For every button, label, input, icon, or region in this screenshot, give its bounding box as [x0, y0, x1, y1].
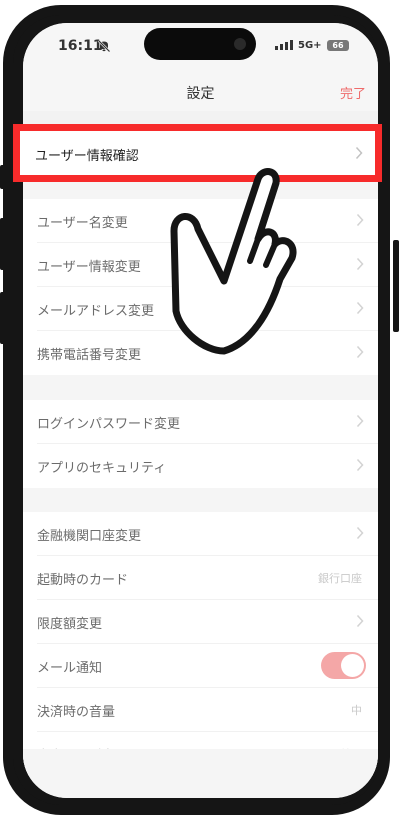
chevron-right-icon	[356, 414, 364, 428]
chevron-right-icon	[355, 146, 363, 160]
signal-strength-icon	[275, 40, 293, 50]
done-button[interactable]: 完了	[340, 83, 366, 102]
chevron-right-icon	[356, 526, 364, 540]
chevron-right-icon	[356, 614, 364, 628]
list-item-label: 起動時のカード	[37, 573, 129, 588]
page-title: 設定	[186, 86, 215, 102]
email-notification-toggle[interactable]	[321, 652, 366, 679]
list-item[interactable]: アプリのセキュリティ	[37, 444, 378, 488]
list-item[interactable]: 決済時の音量 中	[37, 688, 378, 732]
battery-icon: 66	[327, 40, 349, 51]
list-item-label: ユーザー名変更	[37, 216, 128, 231]
chevron-right-icon	[356, 345, 364, 359]
list-item[interactable]: 金融機関口座変更	[37, 512, 378, 556]
highlighted-item-label: ユーザー情報確認	[35, 149, 139, 164]
power-button	[393, 240, 399, 332]
list-item-value: 銀行口座	[318, 572, 362, 585]
list-item[interactable]: ログインパスワード変更	[37, 400, 378, 444]
pointing-hand-icon	[170, 168, 297, 355]
chevron-right-icon	[356, 458, 364, 472]
list-item-label: 金融機関口座変更	[37, 529, 142, 544]
settings-section-security: ログインパスワード変更 アプリのセキュリティ	[23, 400, 378, 488]
bell-slash-icon	[97, 39, 111, 53]
battery-level: 66	[332, 41, 344, 50]
list-item: メール通知	[37, 644, 378, 688]
chevron-right-icon	[356, 301, 364, 315]
toggle-knob	[341, 654, 364, 677]
status-bar: 16:11 5G+ 66	[23, 23, 378, 73]
list-item-label: アプリのセキュリティ	[37, 461, 167, 476]
network-type: 5G+	[298, 40, 322, 51]
nav-bar: 設定 完了	[23, 73, 378, 111]
bottom-area	[23, 749, 378, 798]
settings-section-payment: 金融機関口座変更 起動時のカード 銀行口座 限度額変更 メール通知 決済時の音量…	[23, 512, 378, 776]
list-item-value: 中	[351, 704, 362, 717]
list-item-label: ログインパスワード変更	[37, 417, 181, 432]
dynamic-island	[144, 28, 256, 60]
status-time: 16:11	[58, 38, 103, 54]
camera-icon	[234, 38, 246, 50]
list-item-label: 限度額変更	[37, 617, 103, 632]
list-item-label: メール通知	[37, 661, 103, 676]
list-item-label: ユーザー情報変更	[37, 260, 141, 275]
list-item-label: 携帯電話番号変更	[37, 348, 142, 363]
list-item-label: 決済時の音量	[37, 705, 116, 720]
chevron-right-icon	[356, 213, 364, 227]
chevron-right-icon	[356, 257, 364, 271]
list-item[interactable]: 起動時のカード 銀行口座	[37, 556, 378, 600]
list-item[interactable]: 限度額変更	[37, 600, 378, 644]
list-item-label: メールアドレス変更	[37, 304, 155, 319]
